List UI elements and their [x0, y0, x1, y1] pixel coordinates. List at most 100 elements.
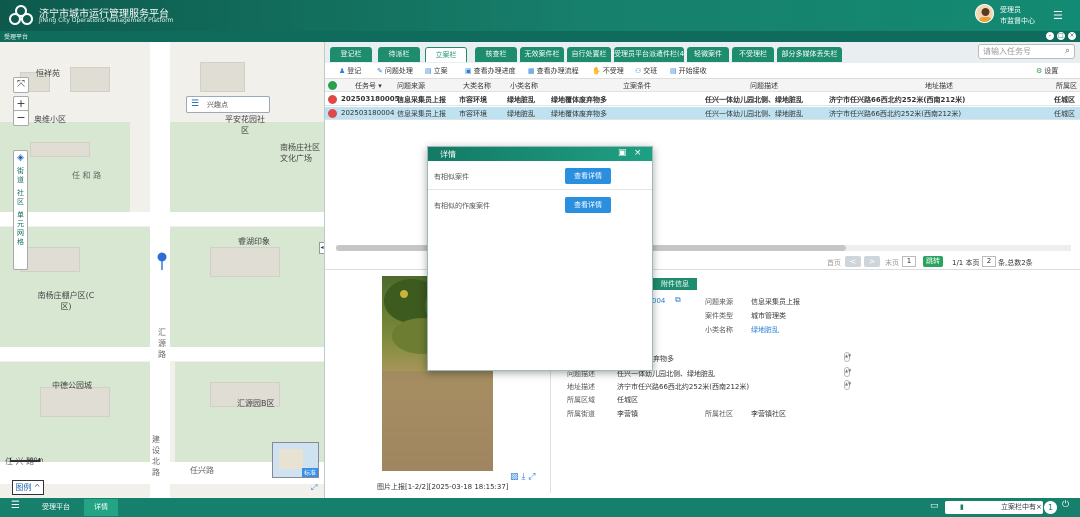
close-icon[interactable]: ×	[1068, 32, 1076, 40]
layer-grid[interactable]: 单元网格	[17, 211, 25, 247]
map-road-label: 任兴路	[190, 466, 214, 475]
gear-icon: ⚙	[1036, 67, 1043, 75]
col-address[interactable]: 地址描述	[925, 81, 953, 91]
map-panel[interactable]: 恒祥苑 奥维小区 平安花园社区 南杨庄社区文化广场 任 和 路 睿湖印象 南杨庄…	[0, 42, 325, 498]
tab-attachments[interactable]: 附件信息	[653, 278, 697, 290]
cell-source: 信息采集员上报	[397, 96, 446, 104]
page-input[interactable]: 1	[902, 256, 916, 267]
expand-icon[interactable]: ⤢	[528, 472, 535, 482]
tab-pending-dispatch[interactable]: 待派栏	[378, 47, 420, 62]
layer-community[interactable]: 社区	[17, 189, 25, 207]
scroll-arrows-icon[interactable]: ▲▼	[844, 380, 851, 390]
tab-invalid[interactable]: 无效案件栏	[520, 47, 564, 62]
notice-close-icon[interactable]: ×	[1036, 501, 1042, 514]
field-value[interactable]: 绿地脏乱	[751, 325, 779, 335]
reject-button[interactable]: ✋ 不受理	[592, 66, 624, 76]
tab-media-lost[interactable]: 部分多媒体丢失栏	[777, 47, 842, 62]
handover-button[interactable]: ⚇ 交班	[635, 66, 657, 76]
zoom-out-button[interactable]: −	[13, 110, 29, 126]
next-page-button[interactable]: >	[864, 256, 880, 267]
tab-self-handled[interactable]: 自行处置栏	[567, 47, 611, 62]
image-icon[interactable]: ▨	[510, 472, 519, 482]
addr-label: 地址描述	[567, 383, 595, 391]
col-minor[interactable]: 小类名称	[510, 81, 538, 91]
maximize-icon[interactable]: ▣	[618, 148, 627, 158]
last-page-link[interactable]: 末页	[885, 258, 899, 268]
file-button[interactable]: ▤ 立案	[425, 66, 448, 76]
view-progress-button[interactable]: ▣ 查看办理进度	[465, 66, 516, 76]
list-icon: ☰	[191, 99, 200, 109]
page-size-input[interactable]: 2	[982, 256, 996, 267]
register-button[interactable]: ♟ 登记	[339, 66, 361, 76]
tab-minor-case[interactable]: 轻微案件	[687, 47, 729, 62]
tab-verify[interactable]: 核查栏	[475, 47, 517, 62]
minimize-icon[interactable]: –	[1046, 32, 1054, 40]
legend-button[interactable]: 图例 ^	[12, 480, 44, 495]
avatar[interactable]	[975, 4, 994, 23]
settings-button[interactable]: ⚙ 设置	[1036, 66, 1058, 76]
cell-major: 市容环境	[459, 96, 487, 104]
power-icon[interactable]: ⏻	[1062, 500, 1069, 510]
restore-icon[interactable]: □	[1057, 32, 1065, 40]
go-button[interactable]: 跳转	[923, 256, 943, 267]
scroll-arrows-icon[interactable]: ▲▼	[844, 352, 851, 362]
view-similar-button[interactable]: 查看详情	[565, 168, 611, 184]
prev-page-button[interactable]: <	[845, 256, 861, 267]
poi-search[interactable]: ☰ 兴趣点	[186, 96, 270, 113]
cell-district: 任城区	[1054, 110, 1075, 118]
notice-count[interactable]: 1	[1044, 501, 1057, 514]
monitor-icon[interactable]: ▭	[930, 501, 939, 511]
location-pin-icon[interactable]	[157, 252, 167, 270]
app-logo-icon	[9, 5, 33, 25]
first-page-link[interactable]: 首页	[827, 258, 841, 268]
col-district[interactable]: 所属区	[1056, 81, 1077, 91]
cell-task-id: 202503180005	[341, 95, 400, 103]
hamburger-menu-icon[interactable]: ☰	[1053, 9, 1063, 22]
expand-icon[interactable]: ⤢	[311, 483, 317, 493]
community-label: 所属社区	[705, 410, 733, 418]
col-condition[interactable]: 立案条件	[623, 81, 651, 91]
doc-icon: ▤	[425, 67, 432, 75]
col-task-id[interactable]: 任务号 ▾	[355, 81, 382, 91]
close-icon[interactable]: ×	[634, 148, 642, 158]
notice-box[interactable]: 立案栏中有 ▮ ×	[945, 501, 1043, 514]
user-name[interactable]: 受理员	[1000, 5, 1021, 15]
handle-button[interactable]: ✎ 问题处理	[377, 66, 413, 76]
cell-description: 任兴一体幼儿园北侧、绿地脏乱	[705, 110, 803, 118]
layers-icon[interactable]: ◈	[14, 151, 27, 163]
scroll-arrows-icon[interactable]: ▲▼	[844, 367, 851, 377]
search-icon[interactable]: ⌕	[1065, 45, 1070, 58]
map-building	[200, 62, 245, 92]
cell-district: 任城区	[1054, 96, 1075, 104]
select-all-icon[interactable]	[328, 81, 337, 90]
col-major[interactable]: 大类名称	[463, 81, 491, 91]
list-icon: ▤	[670, 67, 677, 75]
community-value: 李营镇社区	[751, 410, 786, 418]
tab-not-accepted[interactable]: 不受理栏	[732, 47, 774, 62]
map-label: 奥维小区	[34, 115, 66, 124]
fullscreen-icon[interactable]: ⤧	[13, 77, 29, 93]
street-label: 所属街道	[567, 410, 595, 418]
minimap[interactable]: 标准	[272, 442, 319, 478]
download-icon[interactable]: ⤓	[521, 472, 525, 482]
copy-icon[interactable]: ⧉	[675, 295, 681, 305]
taskbar-tab-detail[interactable]: 详情	[84, 499, 118, 516]
taskbar-tab-platform[interactable]: 受理平台	[32, 499, 80, 516]
col-description[interactable]: 问题描述	[750, 81, 778, 91]
view-void-button[interactable]: 查看详情	[565, 197, 611, 213]
view-flow-button[interactable]: ▦ 查看办理流程	[528, 66, 579, 76]
start-receive-button[interactable]: ▤ 开始接收	[670, 66, 707, 76]
layer-street[interactable]: 街道	[17, 167, 25, 185]
table-row[interactable]: 202503180004 信息采集员上报 市容环境 绿地脏乱 绿地覆体废弃物多 …	[325, 107, 1080, 120]
start-menu-icon[interactable]: ☰	[11, 500, 20, 511]
tab-filing[interactable]: 立案栏	[425, 47, 467, 62]
user-org: 市监督中心	[1000, 17, 1035, 25]
tab-register[interactable]: 登记栏	[330, 47, 372, 62]
map-road-label: 任 和 路	[72, 171, 102, 180]
table-row[interactable]: 202503180005 信息采集员上报 市容环境 绿地脏乱 绿地覆体废弃物多 …	[325, 93, 1080, 106]
col-source[interactable]: 问题来源	[397, 81, 425, 91]
poi-search-label: 兴趣点	[207, 101, 228, 109]
minimap-label: 标准	[301, 468, 318, 477]
tab-platform-dispatch[interactable]: 受理员平台派遣件栏(4)	[614, 47, 684, 62]
task-search-input[interactable]: 请输入任务号 ⌕	[978, 44, 1075, 59]
